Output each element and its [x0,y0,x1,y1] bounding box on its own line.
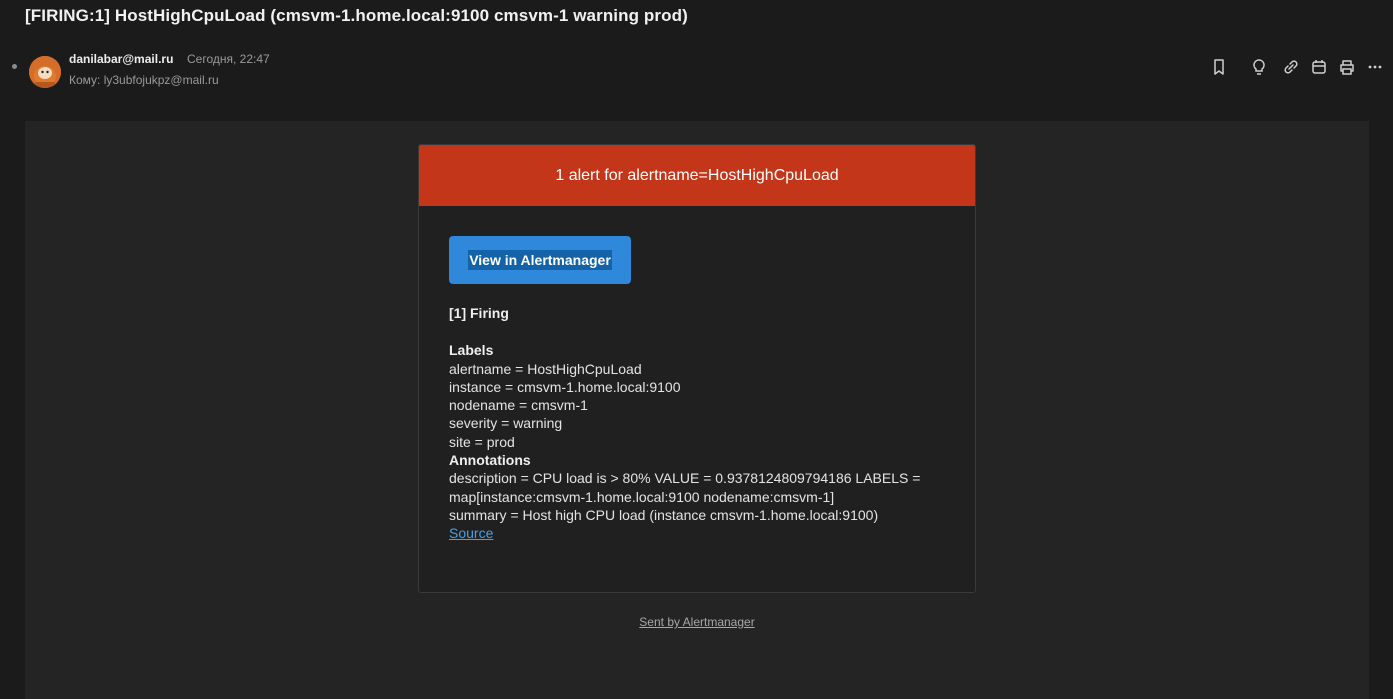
annotations-title: Annotations [449,452,531,469]
labels-title: Labels [449,342,494,359]
alert-details: [1] Firing Labels alertname = HostHighCp… [449,304,945,543]
footer: Sent by Alertmanager [25,615,1369,629]
label-line: severity = warning [449,415,563,432]
bookmark-icon[interactable] [1209,57,1229,77]
annotation-line: summary = Host high CPU load (instance c… [449,506,879,523]
lightbulb-icon[interactable] [1249,57,1269,77]
label-line: site = prod [449,433,515,450]
more-icon[interactable] [1365,57,1385,77]
button-label: View in Alertmanager [468,250,612,270]
label-line: alertname = HostHighCpuLoad [449,360,642,377]
unread-dot[interactable] [12,64,17,69]
recipient[interactable]: Кому: ly3ubfojukpz@mail.ru [69,73,219,87]
link-icon[interactable] [1281,57,1301,77]
annotation-line: map[instance:cmsvm-1.home.local:9100 nod… [449,488,835,505]
sender-email[interactable]: danilabar@mail.ru [69,52,173,66]
annotation-line: description = CPU load is > 80% VALUE = … [449,470,921,487]
alert-card: 1 alert for alertname=HostHighCpuLoad Vi… [418,144,976,593]
sent-by-alertmanager-link[interactable]: Sent by Alertmanager [639,615,754,629]
alert-header: 1 alert for alertname=HostHighCpuLoad [419,145,975,206]
view-in-alertmanager-button[interactable]: View in Alertmanager [449,236,631,284]
email-body: 1 alert for alertname=HostHighCpuLoad Vi… [25,121,1369,699]
firing-title: [1] Firing [449,305,509,321]
email-subject: [FIRING:1] HostHighCpuLoad (cmsvm-1.home… [25,6,688,25]
email-date: Сегодня, 22:47 [187,52,270,66]
label-line: instance = cmsvm-1.home.local:9100 [449,378,681,395]
label-line: nodename = cmsvm-1 [449,397,588,414]
source-link[interactable]: Source [449,525,493,541]
calendar-icon[interactable] [1309,57,1329,77]
avatar-icon [29,56,61,88]
avatar[interactable] [29,56,61,88]
print-icon[interactable] [1337,57,1357,77]
